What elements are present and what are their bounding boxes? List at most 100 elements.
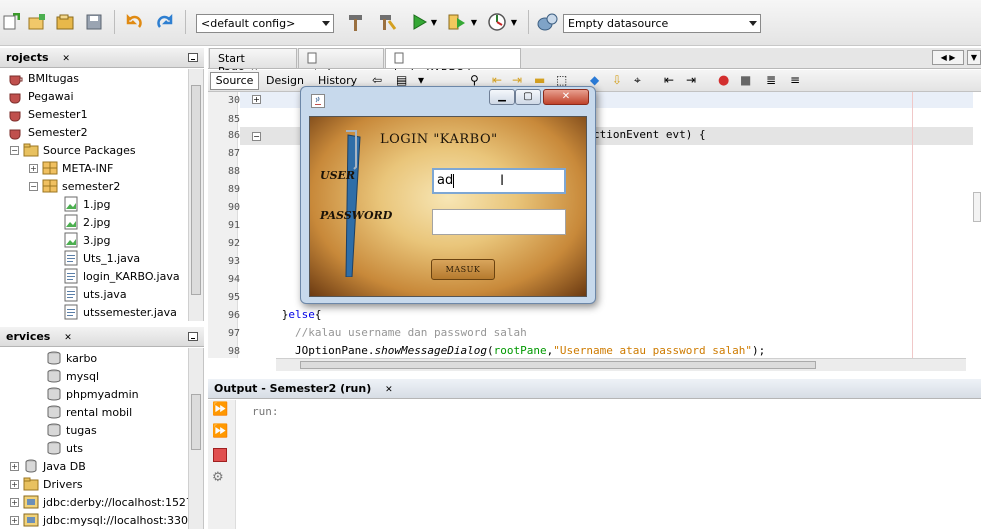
password-input[interactable] bbox=[432, 209, 566, 235]
find-icon[interactable]: ⚲ bbox=[470, 73, 479, 87]
scrollbar-thumb[interactable] bbox=[191, 394, 201, 450]
code-line[interactable]: }else{ bbox=[242, 308, 322, 326]
tab-list-dropdown[interactable]: ▼ bbox=[967, 50, 981, 65]
tree-item-login-karbo-java[interactable]: login_KARBO.java bbox=[63, 267, 180, 285]
maximize-button[interactable]: ▢ bbox=[515, 89, 541, 105]
fold-expand-icon[interactable]: + bbox=[252, 95, 261, 104]
tree-item-jdbc-mysql[interactable]: + jdbc:mysql://localhost:3306 bbox=[10, 511, 195, 529]
scrollbar-thumb[interactable] bbox=[300, 361, 816, 369]
projects-scrollbar[interactable] bbox=[188, 69, 203, 321]
tree-item-utssemester-java[interactable]: utssemester.java bbox=[63, 303, 177, 321]
expand-icon[interactable]: + bbox=[10, 515, 19, 525]
expand-icon[interactable]: + bbox=[10, 497, 19, 507]
run-dropdown-icon[interactable]: ▼ bbox=[429, 11, 439, 33]
close-icon[interactable]: ✕ bbox=[64, 333, 72, 343]
rerun-with-options-icon[interactable]: ⏩ bbox=[212, 424, 228, 439]
tree-item-uts1-java[interactable]: Uts_1.java bbox=[63, 249, 140, 267]
tree-item-bmitugas[interactable]: BMItugas bbox=[8, 69, 79, 87]
uncomment-icon[interactable]: ≡ bbox=[790, 73, 800, 87]
tree-item-pegawai[interactable]: Pegawai bbox=[8, 87, 74, 105]
expand-icon[interactable]: + bbox=[10, 479, 19, 489]
editor-horizontal-scrollbar[interactable] bbox=[276, 358, 966, 371]
shift-left-icon[interactable]: ⇤ bbox=[664, 73, 674, 87]
tree-item-semester2[interactable]: Semester2 bbox=[8, 123, 88, 141]
new-project-icon[interactable] bbox=[26, 11, 48, 33]
user-input[interactable]: ad bbox=[432, 168, 566, 194]
tab-scroll-buttons[interactable]: ◀ ▶ bbox=[932, 50, 964, 65]
back-icon[interactable]: ⇦ bbox=[372, 73, 382, 87]
new-file-icon[interactable] bbox=[0, 11, 22, 33]
tree-item-source-packages[interactable]: − Source Packages bbox=[10, 141, 136, 159]
expand-icon[interactable]: + bbox=[10, 461, 19, 471]
debug-dropdown-icon[interactable]: ▼ bbox=[469, 11, 479, 33]
tree-item-db-rental-mobil[interactable]: rental mobil bbox=[46, 403, 132, 421]
tree-item-db-mysql[interactable]: mysql bbox=[46, 367, 99, 385]
next-bookmark-icon[interactable]: ⇩ bbox=[612, 73, 622, 87]
tab-start-page[interactable]: Start Page✕ bbox=[209, 48, 297, 78]
expand-icon[interactable]: + bbox=[29, 163, 38, 173]
open-project-icon[interactable] bbox=[55, 11, 77, 33]
masuk-button[interactable]: MASUK bbox=[431, 259, 495, 280]
tree-item-2jpg[interactable]: 2.jpg bbox=[63, 213, 111, 231]
tree-item-uts-java[interactable]: uts.java bbox=[63, 285, 127, 303]
tree-item-db-uts[interactable]: uts bbox=[46, 439, 83, 457]
tree-item-db-tugas[interactable]: tugas bbox=[46, 421, 97, 439]
datasource-select[interactable]: Empty datasource bbox=[563, 14, 761, 33]
build-hammer-icon[interactable] bbox=[345, 11, 367, 33]
close-icon[interactable]: ✕ bbox=[385, 385, 393, 395]
rerun-icon[interactable]: ⏩ bbox=[212, 402, 228, 417]
design-view-button[interactable]: Design bbox=[266, 73, 304, 89]
debug-icon[interactable] bbox=[446, 11, 468, 33]
redo-icon[interactable] bbox=[154, 11, 176, 33]
run-icon[interactable] bbox=[408, 11, 430, 33]
profile-icon[interactable] bbox=[486, 11, 508, 33]
tree-item-meta-inf[interactable]: + META-INF bbox=[29, 159, 113, 177]
tree-item-semester1[interactable]: Semester1 bbox=[8, 105, 88, 123]
previous-bookmark-icon[interactable]: ◆ bbox=[590, 73, 599, 87]
output-console[interactable]: ⏩ ⏩ ⚙ run: bbox=[208, 400, 981, 529]
tree-item-1jpg[interactable]: 1.jpg bbox=[63, 195, 111, 213]
profile-dropdown-icon[interactable]: ▼ bbox=[509, 11, 519, 33]
source-format-icon[interactable]: ▤ bbox=[396, 73, 407, 87]
tree-item-drivers[interactable]: + Drivers bbox=[10, 475, 83, 493]
minimize-panel-button[interactable] bbox=[188, 332, 198, 341]
tree-item-jdbc-derby[interactable]: + jdbc:derby://localhost:1527/ bbox=[10, 493, 197, 511]
undo-icon[interactable] bbox=[123, 11, 145, 33]
tree-item-db-karbo[interactable]: karbo bbox=[46, 349, 97, 367]
close-button[interactable]: ✕ bbox=[543, 89, 589, 105]
minimize-panel-button[interactable] bbox=[188, 53, 198, 62]
stop-icon[interactable] bbox=[213, 448, 227, 462]
collapse-icon[interactable]: − bbox=[10, 145, 19, 155]
services-scrollbar[interactable] bbox=[188, 348, 203, 529]
config-select[interactable]: <default config> bbox=[196, 14, 334, 33]
tab-uts-java[interactable]: uts.java✕ bbox=[298, 48, 384, 80]
rect-select-icon[interactable]: ⬚ bbox=[556, 73, 567, 87]
toggle-highlight-icon[interactable]: ▬ bbox=[534, 73, 545, 87]
source-label: Source bbox=[215, 74, 254, 87]
minimize-button[interactable]: ▁ bbox=[489, 89, 515, 105]
fold-collapse-icon[interactable]: − bbox=[252, 132, 261, 141]
source-view-button[interactable]: Source bbox=[210, 72, 259, 90]
dropdown-icon[interactable]: ▾ bbox=[418, 73, 424, 87]
tree-item-semester2-package[interactable]: − semester2 bbox=[29, 177, 120, 195]
editor-vertical-scrollbar[interactable] bbox=[973, 192, 981, 222]
tab-login-karbo-java[interactable]: login_KARBO.java✕ bbox=[385, 48, 521, 80]
save-all-icon[interactable] bbox=[84, 11, 106, 33]
tree-item-3jpg[interactable]: 3.jpg bbox=[63, 231, 111, 249]
code-line[interactable]: //kalau username dan password salah bbox=[242, 326, 527, 344]
find-previous-icon[interactable]: ⇤ bbox=[492, 73, 502, 87]
tree-item-java-db[interactable]: + Java DB bbox=[10, 457, 86, 475]
comment-icon[interactable]: ≣ bbox=[766, 73, 776, 87]
tree-item-label: jdbc:derby://localhost:1527/ bbox=[43, 495, 197, 509]
find-next-icon[interactable]: ⇥ bbox=[512, 73, 522, 87]
clean-build-icon[interactable] bbox=[376, 11, 398, 33]
toggle-bookmark-icon[interactable]: ⌖ bbox=[634, 73, 641, 88]
settings-icon[interactable]: ⚙ bbox=[212, 470, 224, 485]
scrollbar-thumb[interactable] bbox=[191, 85, 201, 295]
shift-right-icon[interactable]: ⇥ bbox=[686, 73, 696, 87]
collapse-icon[interactable]: − bbox=[29, 181, 38, 191]
close-icon[interactable]: ✕ bbox=[62, 54, 70, 64]
record-macro-icon[interactable]: ● bbox=[718, 73, 729, 88]
tree-item-db-phpmyadmin[interactable]: phpmyadmin bbox=[46, 385, 139, 403]
stop-macro-icon[interactable]: ■ bbox=[740, 73, 751, 87]
